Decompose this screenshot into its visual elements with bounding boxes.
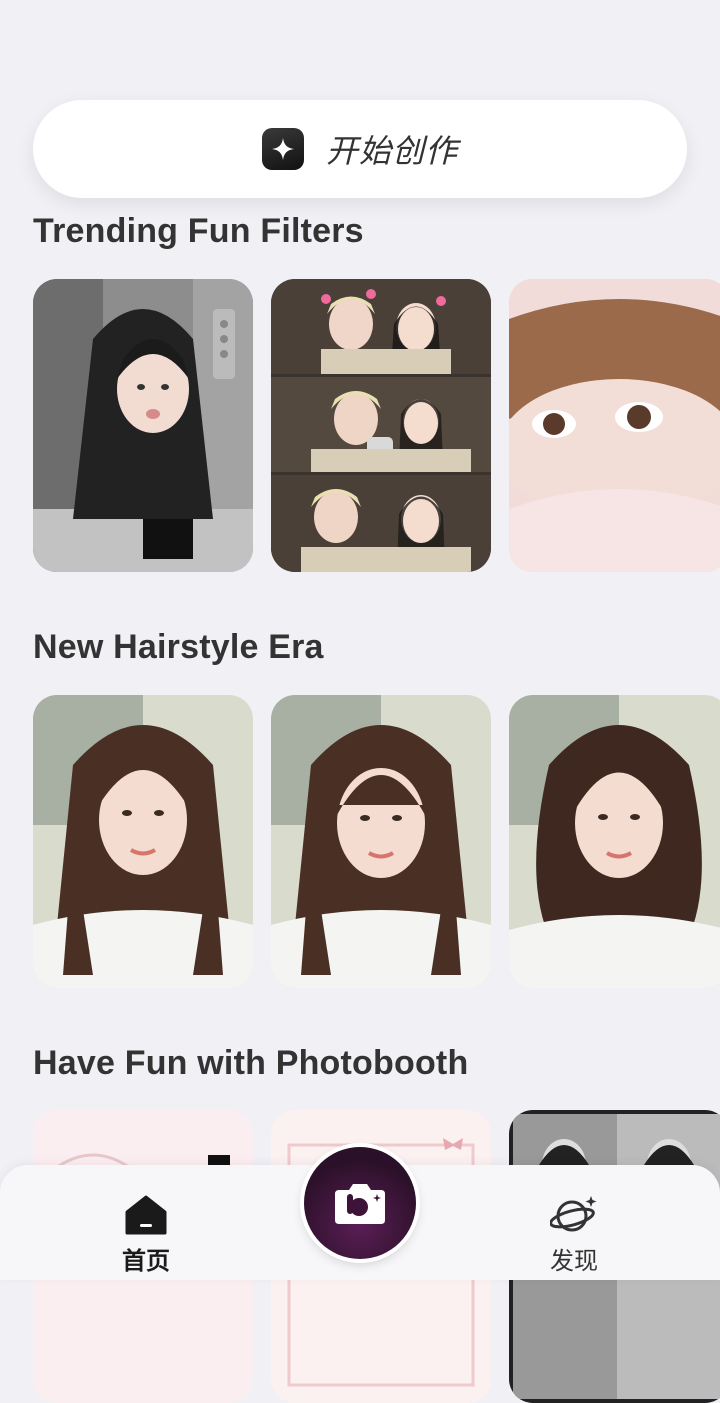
filter-card-couple-strip[interactable] xyxy=(271,279,491,572)
camera-icon xyxy=(335,1184,385,1224)
sparkle-icon xyxy=(261,128,304,170)
filter-card-eye-closeup[interactable] xyxy=(509,279,720,572)
section-title-trending: Trending Fun Filters xyxy=(33,212,364,250)
home-icon xyxy=(125,1195,167,1235)
start-create-label: 开始创作 xyxy=(325,133,458,169)
hairstyle-card-bangs[interactable] xyxy=(271,695,491,988)
hairstyle-row xyxy=(33,695,720,988)
nav-discover-label: 发现 xyxy=(550,1248,598,1275)
nav-discover[interactable]: 发现 xyxy=(514,1195,634,1276)
planet-icon xyxy=(550,1196,597,1232)
trending-filters-row xyxy=(33,279,720,572)
nav-home[interactable]: 首页 xyxy=(86,1195,206,1276)
start-create-button[interactable]: 开始创作 xyxy=(33,100,687,198)
hairstyle-card-crimped[interactable] xyxy=(33,695,253,988)
hairstyle-card-wavy[interactable] xyxy=(509,695,720,988)
camera-button[interactable] xyxy=(304,1147,416,1259)
nav-home-label: 首页 xyxy=(122,1248,170,1275)
filter-card-elevator[interactable] xyxy=(33,279,253,572)
section-title-hairstyle: New Hairstyle Era xyxy=(33,628,324,666)
section-title-photobooth: Have Fun with Photobooth xyxy=(33,1044,469,1082)
